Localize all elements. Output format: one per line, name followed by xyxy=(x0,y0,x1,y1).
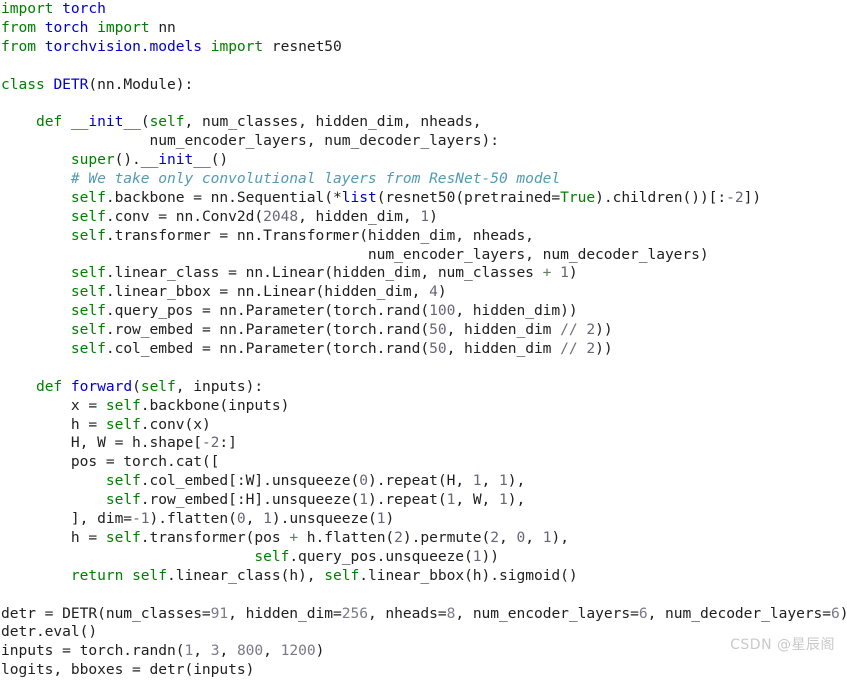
code-line: H, W = h.shape[-2:] xyxy=(1,434,237,452)
code-line: ], dim=-1).flatten(0, 1).unsqueeze(1) xyxy=(1,510,395,528)
code-line: detr.eval() xyxy=(1,623,98,641)
code-line: self.linear_bbox = nn.Linear(hidden_dim,… xyxy=(70,283,447,301)
code-line: from torch import nn xyxy=(1,18,176,36)
watermark: CSDN @星辰阁 xyxy=(730,637,835,653)
code-line: h = self.transformer(pos + h.flatten(2).… xyxy=(1,528,569,546)
code-line: detr = DETR(num_classes=91, hidden_dim=2… xyxy=(1,604,847,622)
code-line: self.linear_class = nn.Linear(hidden_dim… xyxy=(70,264,578,282)
code-line: logits, bboxes = detr(inputs) xyxy=(1,661,255,679)
code-line: def __init__(self, num_classes, hidden_d… xyxy=(35,113,482,131)
code-line: self.transformer = nn.Transformer(hidden… xyxy=(70,226,534,244)
code-line: self.query_pos = nn.Parameter(torch.rand… xyxy=(70,302,578,320)
code-line: self.row_embed = nn.Parameter(torch.rand… xyxy=(70,321,613,339)
code-line: num_encoder_layers, num_decoder_layers): xyxy=(1,132,500,150)
code-line: from torchvision.models import resnet50 xyxy=(1,37,342,55)
code-line: self.backbone = nn.Sequential(*list(resn… xyxy=(70,188,762,206)
code-block[interactable]: import torch from torch import nn from t… xyxy=(0,0,847,678)
code-line: self.row_embed[:H].unsqueeze(1).repeat(1… xyxy=(105,491,526,509)
code-line: self.col_embed[:W].unsqueeze(0).repeat(H… xyxy=(105,472,526,490)
code-line: self.conv = nn.Conv2d(2048, hidden_dim, … xyxy=(70,207,438,225)
code-line: inputs = torch.randn(1, 3, 800, 1200) xyxy=(1,642,325,660)
code-line: def forward(self, inputs): xyxy=(35,377,264,395)
code-line: class DETR(nn.Module): xyxy=(1,75,194,93)
code-line: h = self.conv(x) xyxy=(1,415,211,433)
code-line: self.col_embed = nn.Parameter(torch.rand… xyxy=(70,340,613,358)
code-line: super().__init__() xyxy=(70,151,229,169)
code-line: # We take only convolutional layers from… xyxy=(70,170,561,188)
code-line: x = self.backbone(inputs) xyxy=(1,396,290,414)
code-line: num_encoder_layers, num_decoder_layers) xyxy=(1,245,709,263)
code-line: pos = torch.cat([ xyxy=(1,453,220,471)
code-line: import torch xyxy=(1,0,106,17)
code-line: self.query_pos.unsqueeze(1)) xyxy=(254,547,500,565)
code-line: return self.linear_class(h), self.linear… xyxy=(70,566,578,584)
